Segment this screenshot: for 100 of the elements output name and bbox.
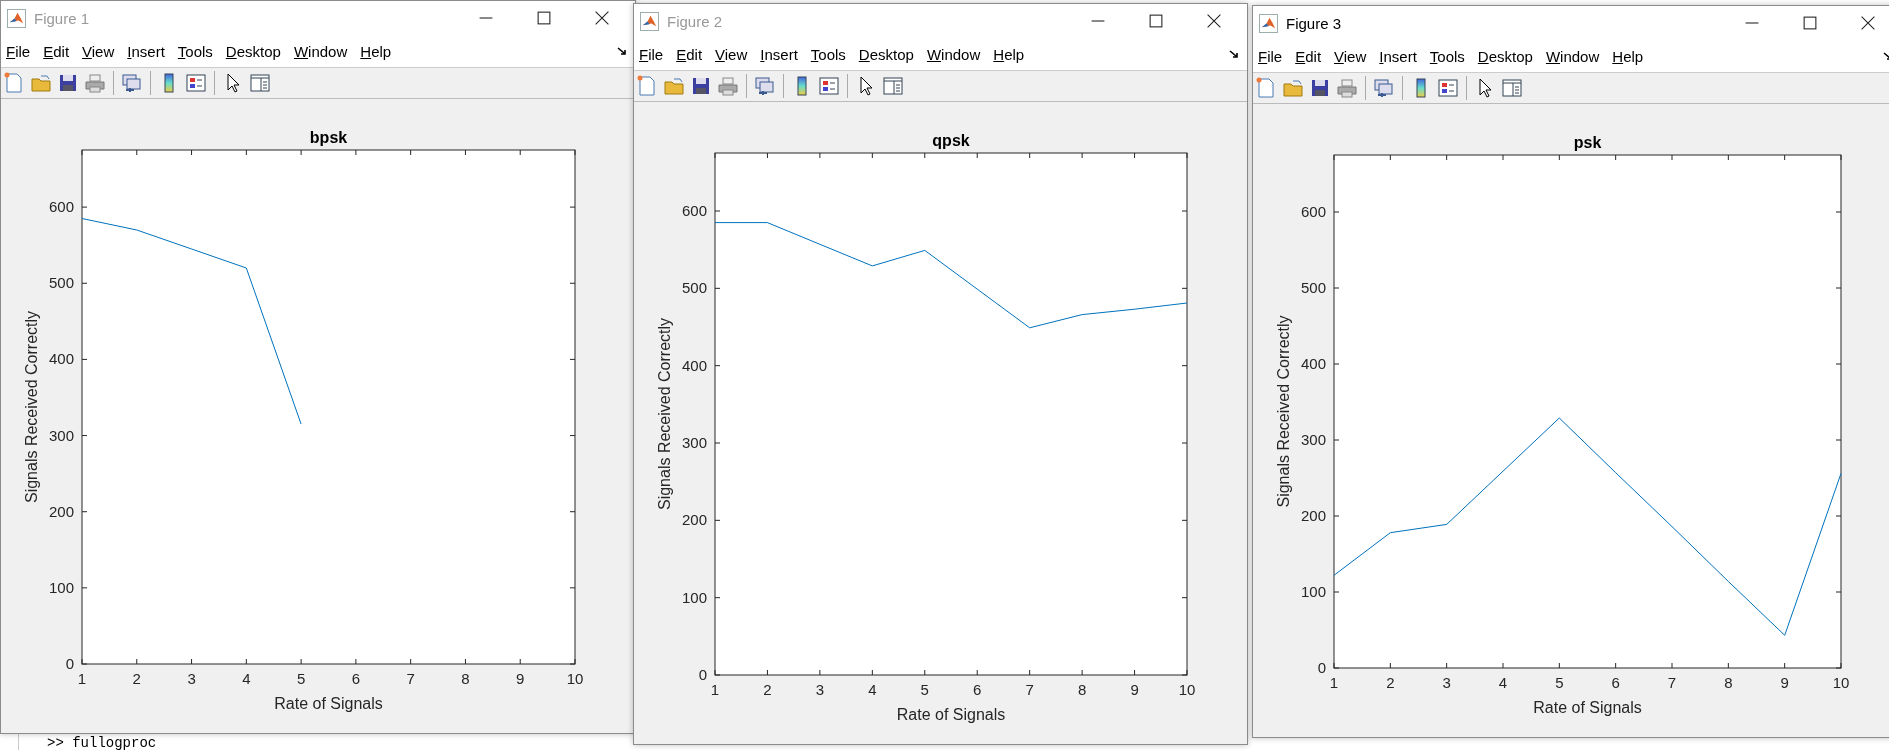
new-document-icon[interactable]: [3, 72, 25, 94]
tick-label: 6: [351, 670, 361, 687]
menu-item[interactable]: Tools: [805, 45, 851, 63]
legend-icon[interactable]: [1437, 77, 1459, 99]
menu-item[interactable]: File: [1253, 47, 1288, 65]
tick-label: 0: [65, 655, 74, 672]
tick-label: 2: [132, 670, 141, 687]
tick-label: 9: [1130, 681, 1139, 698]
tick-label: 100: [48, 578, 74, 596]
panel-icon[interactable]: [882, 75, 904, 97]
menu-item[interactable]: Help: [1607, 47, 1649, 65]
chart-title: qpsk: [932, 132, 970, 149]
menu-item[interactable]: Insert: [122, 42, 170, 60]
tick-label: 4: [242, 670, 251, 687]
x-axis-label: Rate of Signals: [896, 706, 1006, 723]
tick-label: 300: [1300, 431, 1326, 448]
dock-arrow-icon[interactable]: [617, 46, 627, 56]
tick-label: 600: [1300, 203, 1326, 220]
window-title: Figure 1: [34, 9, 90, 27]
y-axis-label: Signals Received Correctly: [23, 310, 40, 504]
chart-title: bpsk: [309, 129, 348, 146]
menu-item[interactable]: Desktop: [853, 45, 919, 63]
menu-item[interactable]: Edit: [671, 45, 708, 63]
tick-label: 3: [187, 670, 196, 687]
tick-label: 500: [681, 279, 707, 297]
tick-label: 600: [48, 198, 74, 216]
tick-label: 2: [763, 681, 772, 698]
tick-label: 2: [1386, 674, 1395, 691]
tick-label: 400: [48, 350, 74, 368]
window-title: Figure 3: [1286, 14, 1342, 32]
panel-icon[interactable]: [249, 72, 271, 94]
tick-label: 6: [973, 681, 982, 698]
menu-item[interactable]: Tools: [1424, 47, 1470, 65]
menu-item[interactable]: Window: [288, 42, 353, 60]
tick-label: 8: [1077, 681, 1087, 698]
menu-item[interactable]: Insert: [1374, 47, 1422, 65]
tick-label: 7: [406, 670, 415, 687]
menu-item[interactable]: File: [1, 42, 36, 60]
dock-arrow-icon[interactable]: [1229, 49, 1239, 59]
app-icon: [1259, 13, 1278, 33]
command-line: >> fullogproc: [47, 736, 157, 750]
menu-item[interactable]: Edit: [1290, 47, 1327, 65]
menu-item[interactable]: View: [1329, 47, 1372, 65]
menu-item[interactable]: Desktop: [220, 42, 286, 60]
tick-label: 7: [1667, 674, 1677, 691]
tick-label: 1: [710, 681, 720, 698]
linked-windows-icon[interactable]: [754, 75, 776, 97]
menu-item[interactable]: Window: [1540, 47, 1605, 65]
menu-item[interactable]: Desktop: [1472, 47, 1538, 65]
tick-label: 500: [1300, 279, 1326, 296]
tick-label: 1: [77, 670, 87, 687]
tick-label: 9: [516, 670, 525, 687]
tick-label: 200: [681, 511, 707, 529]
y-axis-label: Signals Received Correctly: [656, 317, 673, 511]
legend-icon[interactable]: [818, 75, 840, 97]
app-icon: [640, 11, 659, 31]
tick-label: 8: [1724, 674, 1733, 691]
tick-label: 200: [48, 502, 74, 520]
tick-label: 8: [461, 670, 470, 687]
tick-label: 600: [681, 202, 707, 219]
tick-label: 6: [1611, 674, 1620, 691]
chart-title: psk: [1573, 134, 1602, 151]
menu-item[interactable]: Help: [355, 42, 397, 60]
menu-item[interactable]: View: [710, 45, 753, 63]
tick-label: 300: [48, 426, 74, 444]
menu-item[interactable]: Help: [988, 45, 1030, 63]
menu-item[interactable]: Tools: [172, 42, 218, 60]
x-axis-label: Rate of Signals: [274, 695, 383, 712]
menu-item[interactable]: Edit: [38, 42, 75, 60]
new-document-icon[interactable]: [636, 75, 658, 97]
menu-item[interactable]: File: [634, 45, 669, 63]
tick-label: 9: [1780, 674, 1789, 691]
tick-label: 10: [1832, 674, 1850, 691]
tick-label: 4: [868, 681, 877, 698]
linked-windows-icon[interactable]: [1373, 77, 1395, 99]
tick-label: 300: [681, 434, 707, 451]
menu-item[interactable]: View: [77, 42, 120, 60]
legend-icon[interactable]: [185, 72, 207, 94]
panel-icon[interactable]: [1501, 77, 1523, 99]
tick-label: 10: [566, 670, 584, 687]
printer-icon[interactable]: [1336, 77, 1358, 99]
tick-label: 1: [1329, 674, 1339, 691]
tick-label: 5: [920, 681, 929, 698]
tick-label: 100: [681, 588, 707, 606]
tick-label: 3: [815, 681, 825, 698]
tick-label: 100: [1300, 583, 1326, 600]
tick-label: 7: [1025, 681, 1034, 698]
tick-label: 200: [1300, 507, 1326, 524]
tick-label: 400: [1300, 355, 1326, 372]
tick-label: 400: [681, 356, 707, 374]
tick-label: 4: [1498, 674, 1508, 691]
printer-icon[interactable]: [717, 75, 739, 97]
tick-label: 5: [1555, 674, 1564, 691]
printer-icon[interactable]: [84, 72, 106, 94]
tick-label: 0: [1317, 659, 1326, 676]
new-document-icon[interactable]: [1255, 77, 1277, 99]
menu-item[interactable]: Window: [921, 45, 986, 63]
menu-item[interactable]: Insert: [755, 45, 803, 63]
y-axis-label: Signals Received Correctly: [1275, 315, 1292, 508]
linked-windows-icon[interactable]: [121, 72, 143, 94]
